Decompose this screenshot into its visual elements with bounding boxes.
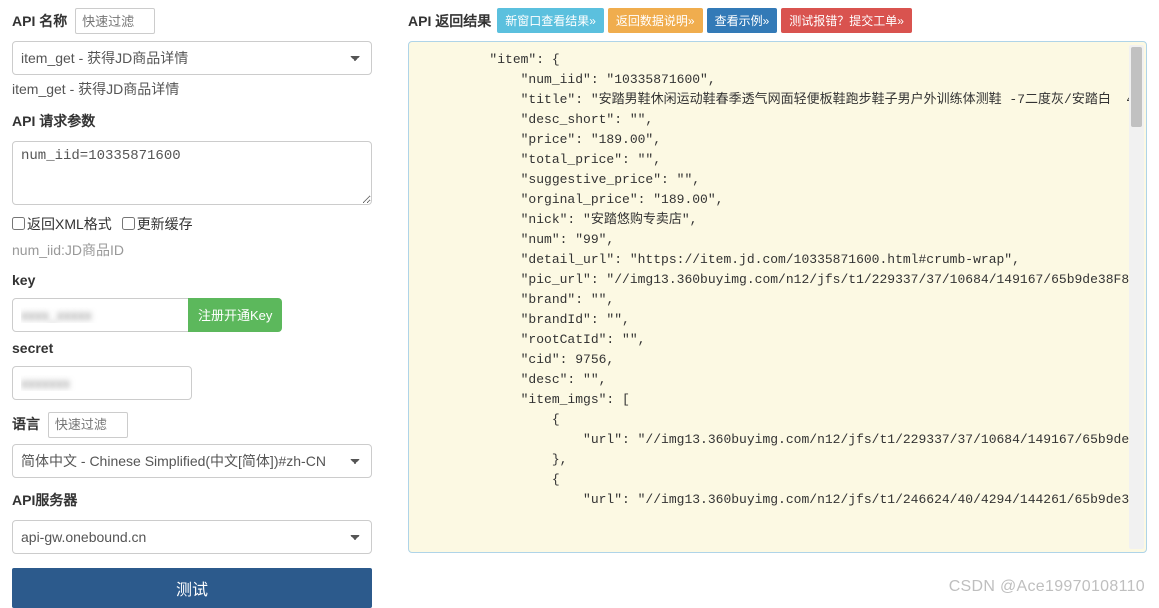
api-name-filter-input[interactable] [75, 8, 155, 34]
result-text[interactable]: "item": { "num_iid": "10335871600", "tit… [427, 50, 1142, 544]
register-key-button[interactable]: 注册开通Key [188, 298, 282, 332]
report-issue-button[interactable]: 测试报错？提交工单» [781, 8, 912, 33]
test-button[interactable]: 测试 [12, 568, 372, 608]
language-label: 语言 [12, 414, 40, 434]
view-example-button[interactable]: 查看示例» [707, 8, 778, 33]
request-params-textarea[interactable]: num_iid=10335871600 [12, 141, 372, 205]
update-cache-checkbox[interactable]: 更新缓存 [122, 214, 193, 234]
scrollbar-thumb[interactable] [1131, 47, 1142, 127]
key-label: key [12, 272, 35, 288]
server-label: API服务器 [12, 490, 77, 510]
right-panel: API 返回结果 新窗口查看结果» 返回数据说明» 查看示例» 测试报错？提交工… [408, 8, 1147, 608]
secret-label: secret [12, 340, 53, 356]
data-description-button[interactable]: 返回数据说明» [608, 8, 703, 33]
left-panel: API 名称 item_get - 获得JD商品详情 item_get - 获得… [12, 8, 372, 608]
key-input[interactable] [12, 298, 192, 332]
server-select[interactable]: api-gw.onebound.cn [12, 520, 372, 554]
param-hint: num_iid:JD商品ID [12, 240, 372, 260]
secret-input[interactable] [12, 366, 192, 400]
api-name-label: API 名称 [12, 11, 67, 31]
api-name-helper: item_get - 获得JD商品详情 [12, 79, 372, 99]
scrollbar[interactable] [1129, 45, 1144, 549]
return-xml-label: 返回XML格式 [27, 214, 112, 234]
api-name-select[interactable]: item_get - 获得JD商品详情 [12, 41, 372, 75]
result-title: API 返回结果 [408, 11, 491, 31]
request-params-label: API 请求参数 [12, 111, 95, 131]
return-xml-checkbox[interactable]: 返回XML格式 [12, 214, 112, 234]
language-filter-input[interactable] [48, 412, 128, 438]
new-window-button[interactable]: 新窗口查看结果» [497, 8, 604, 33]
language-select[interactable]: 简体中文 - Chinese Simplified(中文[简体])#zh-CN [12, 444, 372, 478]
update-cache-label: 更新缓存 [137, 214, 193, 234]
result-box: "item": { "num_iid": "10335871600", "tit… [408, 41, 1147, 553]
